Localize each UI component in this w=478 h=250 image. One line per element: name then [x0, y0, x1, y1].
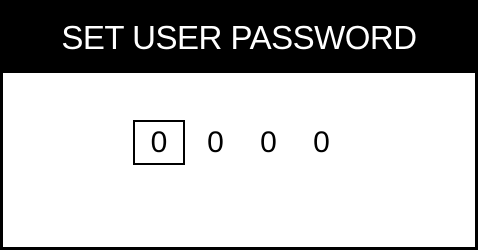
password-digit-4[interactable]: 0	[295, 120, 348, 165]
password-entry[interactable]: 0 0 0 0	[133, 120, 348, 165]
password-digit-1[interactable]: 0	[133, 120, 185, 165]
password-screen: SET USER PASSWORD 0 0 0 0	[0, 0, 478, 250]
password-digit-3[interactable]: 0	[242, 120, 295, 165]
password-digit-2[interactable]: 0	[189, 120, 242, 165]
screen-title: SET USER PASSWORD	[3, 3, 475, 73]
